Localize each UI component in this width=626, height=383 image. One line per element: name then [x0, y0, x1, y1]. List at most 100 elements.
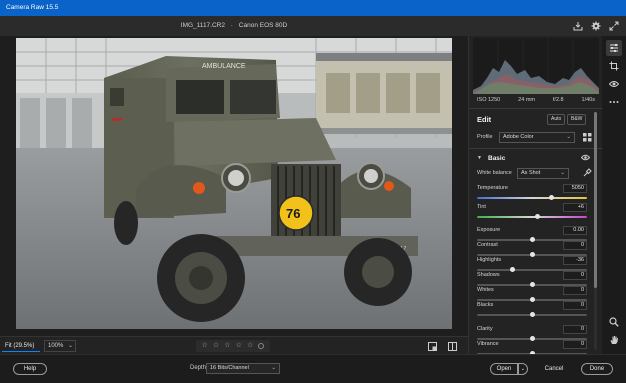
open-options-button[interactable]: ⌄ [518, 363, 528, 375]
contrast-value-field[interactable]: 0 [563, 241, 587, 250]
tint-slider-thumb[interactable] [535, 214, 540, 219]
chevron-down-icon: ⌄ [560, 170, 565, 176]
histogram [473, 38, 599, 94]
tint-slider-row: Tint +6 [477, 203, 587, 223]
shadows-value-field[interactable]: 0 [563, 271, 587, 280]
chevron-down-icon: ⌄ [566, 134, 571, 140]
blacks-label: Blacks [477, 302, 494, 308]
star-4-icon[interactable]: ☆ [236, 340, 242, 352]
file-name: IMG_1117.CR2 [180, 22, 225, 29]
settings-icon[interactable] [590, 20, 602, 32]
blacks-slider-row: Blacks 0 [477, 301, 587, 321]
crop-icon[interactable] [606, 58, 622, 74]
edit-title: Edit [477, 115, 492, 124]
exif-info: ISO 1250 24 mm f/2.8 1/40s [477, 97, 595, 103]
basic-section-title: Basic [488, 155, 506, 162]
temperature-slider-thumb[interactable] [549, 195, 555, 200]
file-separator: · [230, 22, 233, 29]
cancel-button[interactable]: Cancel [539, 363, 569, 375]
more-icon[interactable] [606, 94, 622, 110]
app-title: Camera Raw 15.5 [6, 4, 59, 11]
save-icon[interactable] [572, 20, 584, 32]
vibrance-slider-row: Vibrance 0 [477, 340, 587, 354]
open-button[interactable]: Open [490, 363, 518, 375]
bottom-bar: Help Depth: 16 Bits/Channel ⌄ Open ⌄ Can… [0, 354, 626, 383]
fullscreen-icon[interactable] [608, 20, 620, 32]
highlights-label: Highlights [477, 257, 502, 263]
star-1-icon[interactable]: ☆ [202, 340, 208, 352]
vibrance-value-field[interactable]: 0 [563, 340, 587, 349]
zoom-level-value: 100% [48, 343, 64, 349]
whites-value-field[interactable]: 0 [563, 286, 587, 295]
redeye-icon[interactable] [606, 76, 622, 92]
clarity-label: Clarity [477, 326, 493, 332]
svg-text:AMBULANCE: AMBULANCE [202, 63, 246, 70]
divider [469, 148, 602, 149]
exposure-label: Exposure [477, 227, 501, 233]
before-after-icon[interactable] [426, 340, 438, 352]
zoom-level-select[interactable]: 100% ⌄ [44, 340, 76, 352]
exposure-value-field[interactable]: 0.00 [563, 226, 587, 235]
camera-model: Canon EOS 80D [238, 22, 288, 29]
depth-select[interactable]: 16 Bits/Channel ⌄ [206, 363, 280, 374]
shadows-label: Shadows [477, 272, 500, 278]
shutter-speed-value: 1/40s [581, 97, 595, 103]
title-bar: Camera Raw 15.5 [0, 0, 626, 16]
photo-preview: AMBULANCE 76 M [16, 38, 452, 329]
blacks-value-field[interactable]: 0 [563, 301, 587, 310]
temperature-label: Temperature [477, 185, 508, 191]
clarity-value-field[interactable]: 0 [563, 325, 587, 334]
image-canvas[interactable]: AMBULANCE 76 M [0, 36, 468, 336]
tint-label: Tint [477, 204, 486, 210]
star-2-icon[interactable]: ☆ [213, 340, 219, 352]
highlights-value-field[interactable]: -36 [563, 256, 587, 265]
view-controls-bar: Fit (29.5%) 100% ⌄ ☆ ☆ ☆ ☆ ☆ [0, 336, 468, 354]
bw-button[interactable]: B&W [567, 114, 587, 125]
edit-panel: ISO 1250 24 mm f/2.8 1/40s Edit Auto B&W… [468, 36, 602, 354]
focal-length-value: 24 mm [518, 97, 535, 103]
eyedropper-icon[interactable] [583, 168, 592, 179]
aperture-value: f/2.8 [552, 97, 564, 103]
temperature-slider-track[interactable] [477, 197, 587, 199]
edit-sliders-icon[interactable] [606, 40, 622, 56]
auto-button[interactable]: Auto [547, 114, 566, 125]
profile-value: Adobe Color [503, 134, 534, 140]
tool-strip [602, 36, 626, 354]
depth-value: 16 Bits/Channel [210, 365, 249, 371]
profile-select[interactable]: Adobe Color ⌄ [499, 132, 575, 143]
edit-header: Edit Auto B&W [469, 110, 602, 128]
white-balance-row: White balance As Shot ⌄ [477, 168, 597, 179]
scrollbar-thumb[interactable] [594, 112, 597, 288]
basic-section-header[interactable]: ▼ Basic [469, 152, 602, 166]
top-bar: IMG_1117.CR2 · Canon EOS 80D [0, 16, 626, 36]
iso-value: ISO 1250 [477, 97, 501, 103]
white-balance-value: As Shot [521, 170, 541, 176]
chevron-down-icon: ⌄ [67, 343, 73, 349]
tint-slider-track[interactable] [477, 216, 587, 218]
done-button[interactable]: Done [581, 363, 613, 375]
whites-label: Whites [477, 287, 494, 293]
zoom-icon[interactable] [606, 314, 622, 330]
contrast-label: Contrast [477, 242, 498, 248]
hand-icon[interactable] [606, 332, 622, 348]
white-balance-label: White balance [477, 170, 512, 176]
profile-browser-icon[interactable] [583, 133, 592, 144]
compare-view-icon[interactable] [446, 340, 458, 352]
zoom-fit-button[interactable]: Fit (29.5%) [2, 340, 40, 352]
svg-text:76: 76 [286, 206, 300, 221]
profile-row: Profile Adobe Color ⌄ [477, 132, 597, 144]
tint-value-field[interactable]: +6 [563, 203, 587, 212]
star-5-icon[interactable]: ☆ [247, 340, 253, 352]
clear-rating-icon[interactable] [258, 343, 265, 349]
star-3-icon[interactable]: ☆ [224, 340, 230, 352]
blacks-slider-thumb[interactable] [529, 312, 535, 317]
eye-icon[interactable] [580, 154, 591, 163]
chevron-down-icon: ⌄ [271, 365, 276, 371]
help-button[interactable]: Help [13, 363, 47, 375]
temperature-value-field[interactable]: 5050 [563, 184, 587, 193]
white-balance-select[interactable]: As Shot ⌄ [517, 168, 569, 179]
panel-scrollbar[interactable] [594, 112, 597, 350]
divider [469, 108, 602, 109]
star-rating[interactable]: ☆ ☆ ☆ ☆ ☆ [196, 340, 270, 352]
vibrance-label: Vibrance [477, 341, 499, 347]
